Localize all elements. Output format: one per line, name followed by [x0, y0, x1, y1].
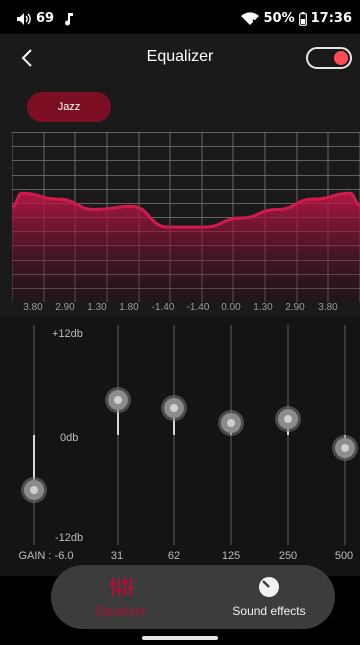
band-value: 3.80 — [318, 302, 338, 313]
band-slider-thumb-500[interactable] — [335, 437, 355, 458]
nav-sound-effects-label: Sound effects — [232, 604, 306, 618]
band-freq-label: 500 — [334, 550, 354, 562]
home-indicator[interactable] — [142, 636, 218, 640]
volume-level: 69 — [36, 11, 55, 26]
nav-sound-effects[interactable]: Sound effects — [213, 565, 325, 629]
band-slider-thumb-250[interactable] — [278, 408, 298, 429]
band-value: -1.40 — [186, 302, 210, 313]
band-slider-track-62[interactable] — [173, 325, 175, 545]
preset-button[interactable]: Jazz — [27, 92, 111, 122]
frequency-response-graph — [12, 132, 360, 302]
band-value: 3.80 — [23, 302, 43, 313]
db-min-label: -12db — [55, 532, 84, 544]
nav-equalizer-label: Equalizer — [95, 604, 147, 618]
equalizer-toggle[interactable] — [306, 47, 352, 69]
band-freq-label: 125 — [221, 550, 241, 562]
band-value: 0.00 — [221, 302, 241, 313]
band-value: 2.90 — [55, 302, 75, 313]
band-slider-track-125[interactable] — [230, 325, 232, 545]
graph-band-values: 3.80 2.90 1.30 1.80 -1.40 -1.40 0.00 1.3… — [12, 302, 360, 316]
music-note-icon — [64, 12, 74, 26]
band-value: -1.40 — [151, 302, 175, 313]
band-slider-track-31[interactable] — [117, 325, 119, 545]
band-freq-label: 31 — [110, 550, 124, 562]
nav-equalizer[interactable]: Equalizer — [81, 565, 161, 629]
band-value: 1.80 — [119, 302, 139, 313]
clock: 17:36 — [310, 11, 352, 26]
bottom-nav: Equalizer Sound effects — [51, 565, 335, 629]
band-freq-label: 250 — [278, 550, 298, 562]
band-value: 2.90 — [285, 302, 305, 313]
band-slider-thumb-125[interactable] — [221, 413, 241, 434]
band-value: 1.30 — [87, 302, 107, 313]
band-sliders-panel — [0, 316, 360, 576]
db-max-label: +12db — [52, 328, 83, 340]
volume-icon — [16, 12, 32, 26]
battery-percent: 50% — [263, 11, 295, 26]
graph-panel: Jazz — [0, 80, 360, 316]
wifi-icon — [241, 11, 260, 26]
band-value: 1.30 — [253, 302, 273, 313]
battery-icon — [298, 11, 307, 26]
db-mid-label: 0db — [60, 432, 79, 444]
app-header: Equalizer — [0, 34, 360, 80]
equalizer-icon — [110, 578, 133, 596]
gain-label: GAIN : -6.0 — [18, 550, 74, 562]
band-freq-label: 62 — [167, 550, 181, 562]
status-bar: 69 50% 17:36 — [0, 0, 360, 34]
toggle-knob — [334, 51, 348, 65]
knob-icon — [259, 577, 279, 597]
band-slider-track-250[interactable] — [287, 325, 289, 545]
gain-slider-thumb[interactable] — [24, 480, 44, 500]
